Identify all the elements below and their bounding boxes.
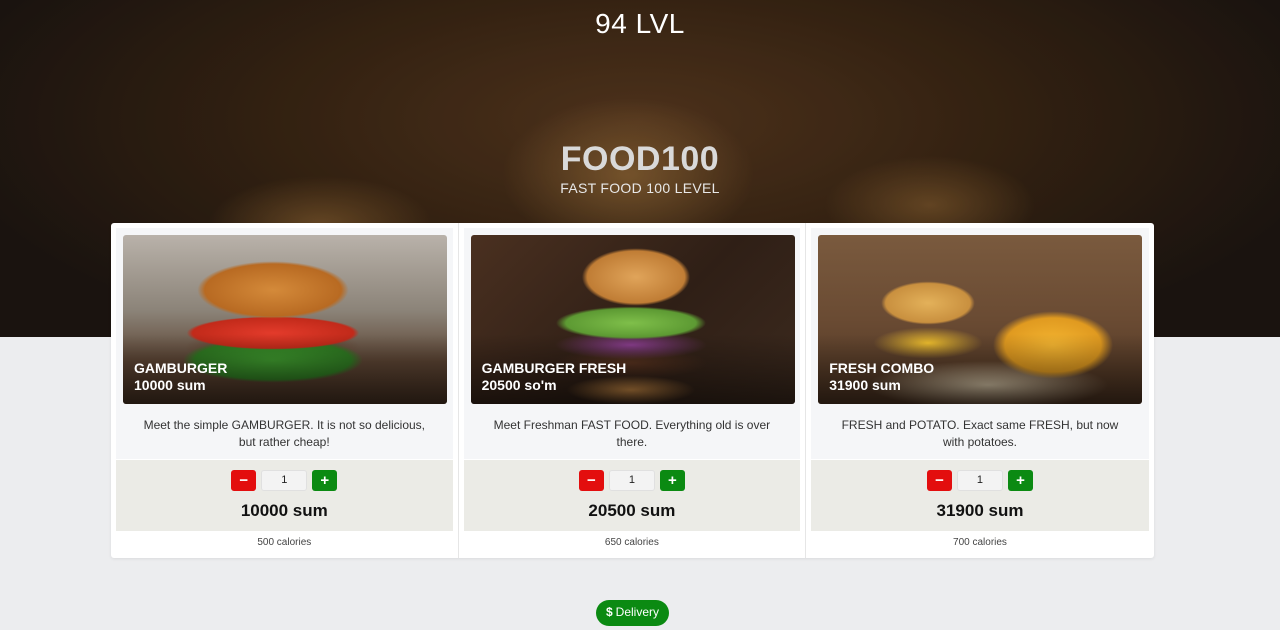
- product-card-fresh-combo: FRESH COMBO 31900 sum FRESH and POTATO. …: [806, 223, 1154, 558]
- increase-button[interactable]: +: [312, 470, 338, 491]
- dollar-icon: $: [605, 605, 613, 619]
- product-description: FRESH and POTATO. Exact same FRESH, but …: [841, 418, 1119, 449]
- image-price: 31900 sum: [829, 377, 901, 393]
- product-image: GAMBURGER FRESH 20500 so'm: [470, 235, 795, 404]
- decrease-button[interactable]: −: [231, 470, 257, 491]
- card-controls: − 1 + 20500 sum: [463, 460, 801, 531]
- card-controls: − 1 + 10000 sum: [116, 460, 453, 531]
- increase-button[interactable]: +: [659, 470, 685, 491]
- product-image: GAMBURGER 10000 sum: [123, 235, 447, 404]
- decrease-button[interactable]: −: [926, 470, 952, 491]
- decrease-button[interactable]: −: [578, 470, 604, 491]
- delivery-label: Delivery: [615, 605, 660, 619]
- quantity-input[interactable]: 1: [261, 470, 308, 491]
- increase-button[interactable]: +: [1007, 470, 1033, 491]
- product-image: FRESH COMBO 31900 sum: [818, 235, 1143, 404]
- product-price: 10000 sum: [240, 501, 328, 520]
- brand-subtitle: FAST FOOD 100 LEVEL: [560, 180, 720, 196]
- product-description: Meet the simple GAMBURGER. It is not so …: [143, 418, 426, 449]
- image-caption: FRESH COMBO 31900 sum: [829, 360, 934, 394]
- quantity-stepper: − 1 +: [811, 470, 1149, 491]
- product-name: FRESH COMBO: [829, 360, 935, 376]
- card-controls: − 1 + 31900 sum: [811, 460, 1149, 531]
- product-name: GAMBURGER FRESH: [481, 360, 627, 376]
- product-price: 20500 sum: [588, 501, 676, 520]
- product-calories: 700 calories: [953, 537, 1007, 548]
- product-description: Meet Freshman FAST FOOD. Everything old …: [493, 418, 771, 449]
- card-info-area: GAMBURGER 10000 sum Meet the simple GAMB…: [116, 228, 453, 459]
- quantity-input[interactable]: 1: [608, 470, 655, 491]
- card-info-area: GAMBURGER FRESH 20500 so'm Meet Freshman…: [463, 228, 801, 459]
- product-price: 31900 sum: [936, 501, 1024, 520]
- product-card-gamburger: GAMBURGER 10000 sum Meet the simple GAMB…: [111, 223, 459, 558]
- card-info-area: FRESH COMBO 31900 sum FRESH and POTATO. …: [811, 228, 1149, 459]
- quantity-stepper: − 1 +: [464, 470, 801, 491]
- level-title: 94 LVL: [595, 8, 685, 39]
- quantity-stepper: − 1 +: [116, 470, 453, 491]
- product-name: GAMBURGER: [134, 360, 228, 376]
- brand-title: FOOD100: [560, 140, 720, 178]
- image-price: 20500 so'm: [481, 377, 557, 393]
- product-calories: 500 calories: [257, 537, 312, 548]
- quantity-input[interactable]: 1: [956, 470, 1003, 491]
- product-card-gamburger-fresh: GAMBURGER FRESH 20500 so'm Meet Freshman…: [459, 223, 807, 558]
- image-price: 10000 sum: [134, 377, 206, 393]
- product-calories: 650 calories: [604, 537, 659, 548]
- image-caption: GAMBURGER FRESH 20500 so'm: [482, 360, 627, 394]
- image-caption: GAMBURGER 10000 sum: [134, 360, 227, 394]
- product-cards: GAMBURGER 10000 sum Meet the simple GAMB…: [111, 223, 1154, 558]
- delivery-button[interactable]: $ Delivery: [596, 600, 669, 626]
